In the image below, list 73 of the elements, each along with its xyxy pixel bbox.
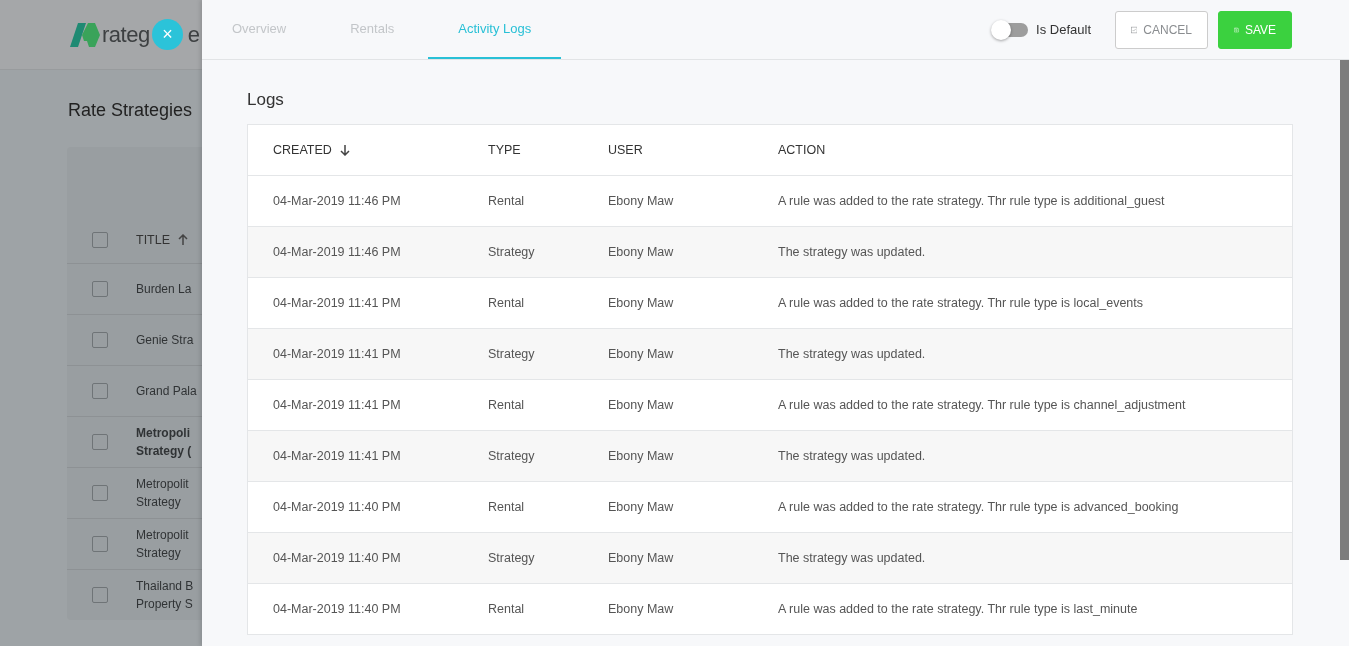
sort-down-icon	[339, 144, 350, 156]
table-cell-text: A rule was added to the rate strategy. Thr rule type is local_events	[778, 296, 1144, 310]
toggle-switch[interactable]	[994, 22, 1029, 37]
table-cell-text: The strategy was updated.	[778, 245, 927, 259]
table-cell-text: 04-Mar-2019 11:46 PM	[273, 245, 402, 259]
table-cell-text: Ebony Maw	[608, 194, 675, 208]
sort-up-icon	[178, 234, 189, 246]
table-cell-text: The strategy was updated.	[778, 449, 927, 463]
table-cell-text: Genie Stra	[136, 332, 194, 349]
column-header[interactable]: CREATED	[273, 143, 332, 157]
checkbox[interactable]	[92, 281, 108, 297]
table-cell-text: Strategy	[136, 494, 182, 511]
page-title: Rate Strategies	[68, 100, 193, 121]
table-cell-text: Ebony Maw	[608, 347, 675, 361]
checkbox[interactable]	[92, 232, 108, 248]
save-button[interactable]: SAVE	[1218, 10, 1292, 49]
table-cell-text: 04-Mar-2019 11:40 PM	[273, 551, 402, 565]
table-cell-text: Grand Pala	[136, 383, 197, 400]
tab[interactable]: Activity Logs	[428, 0, 562, 59]
scrollbar[interactable]	[1340, 60, 1349, 560]
table-cell-text: Property S	[136, 596, 194, 613]
table-cell-text: Ebony Maw	[608, 602, 675, 616]
column-header[interactable]: ACTION	[778, 143, 826, 157]
table-cell-text: A rule was added to the rate strategy. Thr rule type is channel_adjustment	[778, 398, 1187, 412]
cancel-button[interactable]: CANCEL	[1115, 10, 1208, 49]
table-cell-text: 04-Mar-2019 11:41 PM	[273, 347, 402, 361]
table-cell-text: Strategy	[488, 449, 536, 463]
section-title: Logs	[247, 90, 285, 110]
table-cell-text: Strategy	[488, 245, 536, 259]
table-cell-text: Thailand B	[136, 578, 194, 595]
table-cell-text: 04-Mar-2019 11:41 PM	[273, 449, 402, 463]
table-cell-text: Ebony Maw	[608, 245, 675, 259]
table-cell-text: The strategy was updated.	[778, 551, 927, 565]
logo-text: rateg	[102, 21, 150, 48]
table-cell-text: Metropolit	[136, 476, 189, 493]
table-cell-text: Ebony Maw	[608, 551, 675, 565]
table-cell-text: 04-Mar-2019 11:41 PM	[273, 398, 402, 412]
table-cell-text: Ebony Maw	[608, 296, 675, 310]
table-cell-text: Rental	[488, 296, 526, 310]
table-cell-text: Strategy	[488, 347, 536, 361]
column-header[interactable]: TITLE	[136, 233, 171, 247]
table-cell-text: Metropoli	[136, 425, 191, 442]
table-cell-text: Ebony Maw	[608, 398, 675, 412]
checkbox[interactable]	[92, 332, 108, 348]
table-cell-text: Rental	[488, 500, 526, 514]
checkbox[interactable]	[92, 434, 108, 450]
checkbox[interactable]	[92, 587, 108, 603]
table-cell-text: Metropolit	[136, 527, 189, 544]
checkbox[interactable]	[92, 485, 108, 501]
table-cell-text: Ebony Maw	[608, 449, 675, 463]
checkbox[interactable]	[92, 383, 108, 399]
table-cell-text: Strategy	[136, 545, 182, 562]
table-cell-text: Rental	[488, 602, 526, 616]
table-cell-text: A rule was added to the rate strategy. Thr rule type is advanced_booking	[778, 500, 1180, 514]
table-cell-text: 04-Mar-2019 11:46 PM	[273, 194, 402, 208]
toggle-label: Is Default	[1036, 22, 1091, 37]
table-cell-text: The strategy was updated.	[778, 347, 927, 361]
column-header[interactable]: TYPE	[488, 143, 521, 157]
table-cell-text: Ebony Maw	[608, 500, 675, 514]
checkbox-icon	[1131, 23, 1138, 36]
table-cell-text: 04-Mar-2019 11:40 PM	[273, 500, 402, 514]
table-cell-text: A rule was added to the rate strategy. Thr rule type is last_minute	[778, 602, 1139, 616]
table-cell-text: Strategy	[488, 551, 536, 565]
table-cell-text: 04-Mar-2019 11:41 PM	[273, 296, 402, 310]
column-header[interactable]: USER	[608, 143, 643, 157]
table-cell-text: 04-Mar-2019 11:40 PM	[273, 602, 402, 616]
table-cell-text: Rental	[488, 194, 526, 208]
table-cell-text: Burden La	[136, 281, 192, 298]
table-cell-text: Rental	[488, 398, 526, 412]
table-cell-text: A rule was added to the rate strategy. Thr rule type is additional_guest	[778, 194, 1166, 208]
logo-text: e	[187, 21, 200, 48]
checkbox[interactable]	[92, 536, 108, 552]
table-cell-text: Strategy (	[136, 443, 192, 460]
